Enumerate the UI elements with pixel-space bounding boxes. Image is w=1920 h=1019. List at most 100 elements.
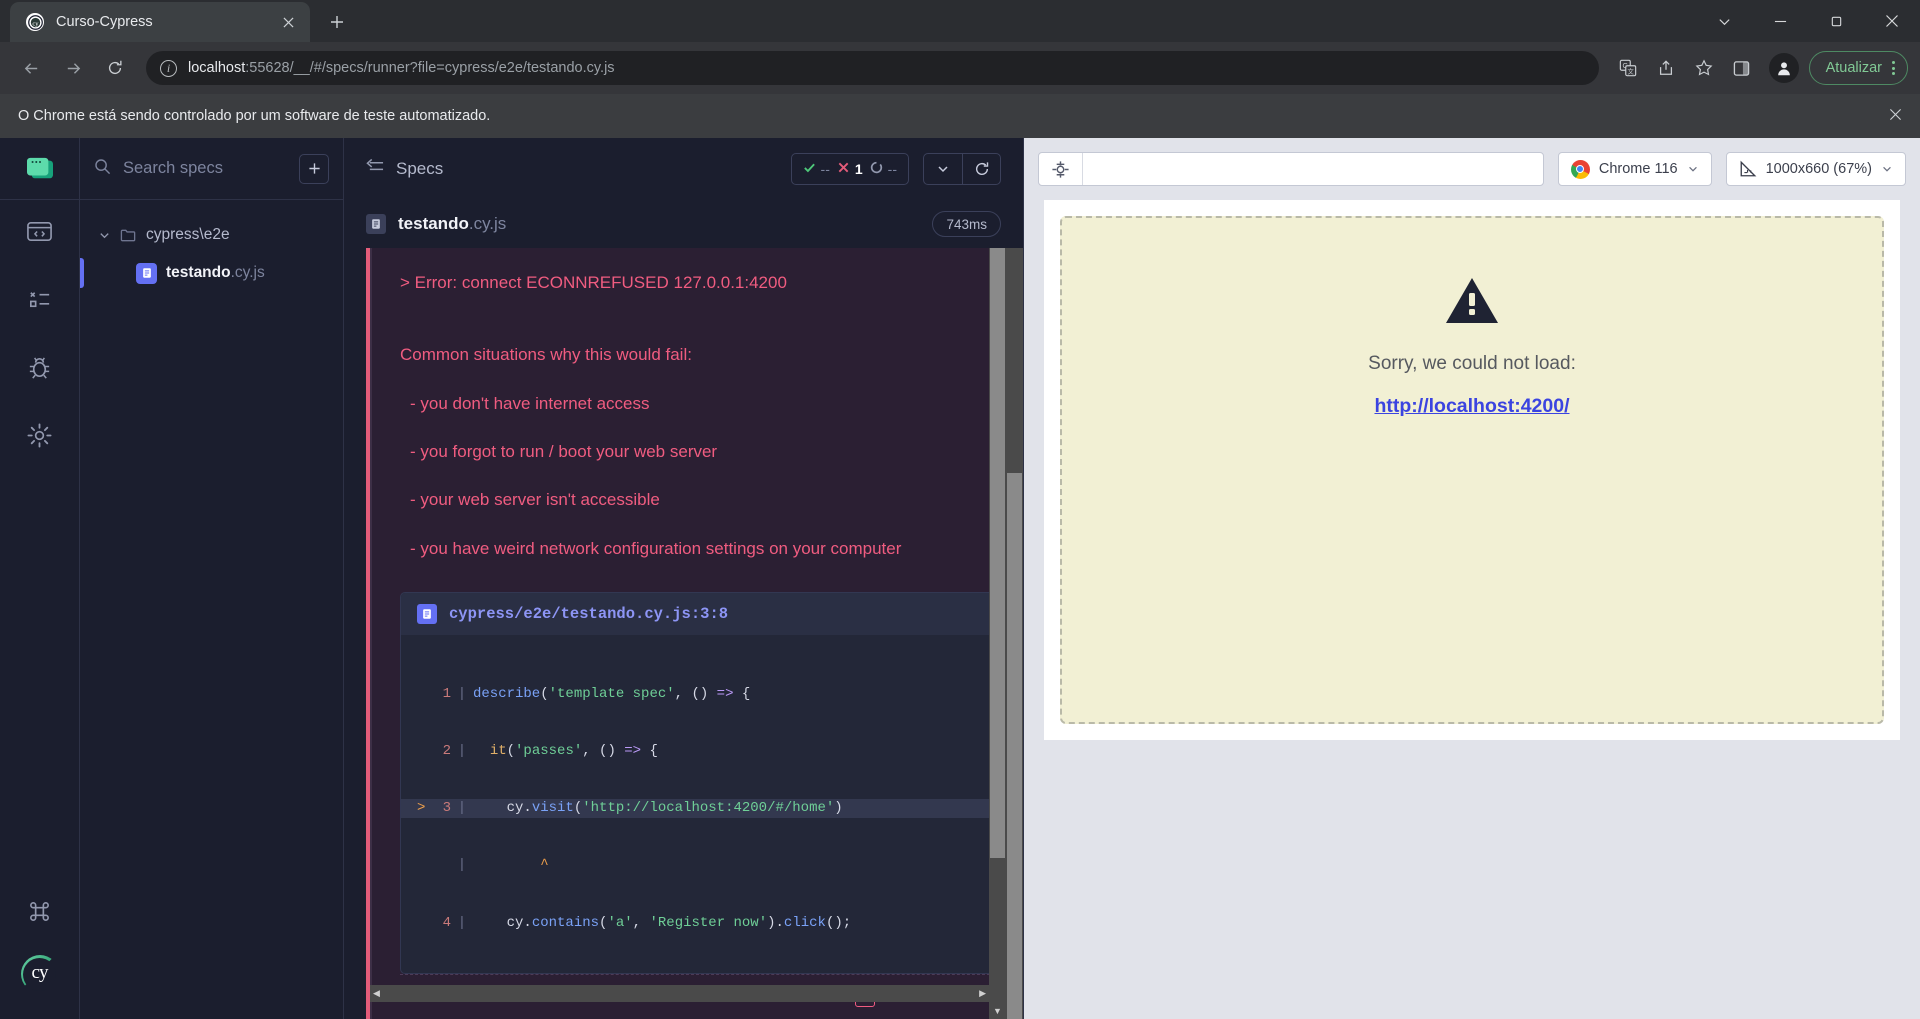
translate-icon[interactable]: G文 [1611,51,1645,85]
spec-tree: cypress\e2e testando.cy.js [80,200,343,292]
scroll-left-arrow[interactable]: ◀ [373,988,380,999]
search-input[interactable] [123,159,287,178]
specs-search-row [80,138,343,200]
stat-failed-value: 1 [854,161,863,177]
specs-back-button[interactable]: Specs [366,158,443,180]
forward-arrow-icon[interactable] [54,49,92,87]
sidebar-item-settings[interactable] [0,404,80,472]
cypress-logo[interactable]: cy [20,955,59,993]
spec-tree-folder[interactable]: cypress\e2e [80,216,343,254]
test-reporter: Specs -- 1 -- testando.cy.js 743ms > Err… [344,138,1024,1019]
spec-tree-folder-label: cypress\e2e [146,226,230,243]
error-panel-hscrollbar[interactable]: ◀ ▶ [370,985,989,1002]
code-line-number: 4 [442,914,451,931]
specs-panel: cypress\e2e testando.cy.js [80,138,344,1019]
update-button[interactable]: Atualizar [1808,51,1908,85]
spec-tree-item-name: testando.cy.js [166,264,265,282]
search-icon [94,158,111,180]
preview-toolbar: Chrome 116 1000x660 (67%) [1024,138,1920,200]
code-line-marker: > [417,800,426,817]
bug-icon [26,354,53,386]
code-line: 4 | cy.contains('a', 'Register now').clic… [401,914,994,933]
error-panel-scrollbar[interactable]: ▼ [989,248,1006,1019]
add-spec-button[interactable] [299,153,329,184]
restore-icon[interactable] [1808,0,1864,42]
rerun-button[interactable] [962,154,1000,184]
crosshair-icon[interactable] [1039,153,1083,185]
address-bar[interactable]: i localhost:55628/__/#/specs/runner?file… [146,51,1599,85]
browser-selector[interactable]: Chrome 116 [1557,152,1712,186]
browser-selector-label: Chrome 116 [1598,161,1678,177]
close-icon[interactable] [1889,106,1902,126]
sidebar-item-runs[interactable] [0,268,80,336]
star-icon[interactable] [1687,51,1721,85]
code-line-number: 2 [442,743,451,760]
error-headline: > Error: connect ECONNREFUSED 127.0.0.1:… [400,273,787,292]
app-preview-panel: Chrome 116 1000x660 (67%) Sorry, we coul… [1024,138,1920,1019]
code-frame: cypress/e2e/testando.cy.js:3:8 1 | describ… [400,592,995,974]
automation-infobar: O Chrome está sendo controlado por um so… [0,94,1920,138]
circle-dash-icon [870,161,883,177]
cypress-window-logo[interactable] [0,138,79,200]
stat-failed: 1 [837,161,863,177]
scroll-right-arrow[interactable]: ▶ [979,988,986,999]
code-line: 1 | describe('template spec', () => { [401,685,994,704]
code-frame-header[interactable]: cypress/e2e/testando.cy.js:3:8 [401,593,994,636]
minimize-icon[interactable] [1752,0,1808,42]
svg-text:文: 文 [1627,66,1634,75]
update-label: Atualizar [1825,60,1882,76]
sidebar-item-debug[interactable] [0,336,80,404]
reporter-scrollbar[interactable] [1006,248,1023,1019]
code-line-number: 3 [442,800,451,817]
spec-tree-item-testando[interactable]: testando.cy.js [80,254,343,292]
info-icon[interactable]: i [160,59,177,77]
search-field[interactable] [94,158,287,180]
spec-title: testando.cy.js [398,214,506,234]
aut-error-url[interactable]: http://localhost:4200/ [1374,395,1569,418]
reporter-actions [923,153,1001,185]
automation-infobar-message: O Chrome está sendo controlado por um so… [18,108,491,124]
reporter-menu-button[interactable] [924,154,962,184]
cypress-app: cy cypress\e2e [0,138,1920,1019]
code-line-number: 1 [442,686,451,703]
code-caret-line: | ^ [457,857,549,874]
reporter-body: > Error: connect ECONNREFUSED 127.0.0.1:… [344,248,1023,1019]
code-window-icon [26,218,53,250]
close-icon[interactable] [276,10,300,34]
error-reason: - you forgot to run / boot your web serv… [410,442,718,462]
spec-file-icon [417,604,437,625]
viewport-selector[interactable]: 1000x660 (67%) [1725,152,1906,186]
kebab-menu-icon[interactable] [1888,61,1899,75]
url-path: :55628/__/#/specs/runner?file=cypress/e2… [245,60,615,76]
chevron-down-icon [98,229,111,242]
reporter-title: Specs [396,159,444,178]
new-tab-button[interactable] [320,5,354,39]
command-key-icon[interactable] [27,899,52,929]
sidebar-item-specs[interactable] [0,200,80,268]
stat-pending: -- [870,161,897,177]
back-arrow-icon[interactable] [12,49,50,87]
aut-url-bar[interactable] [1038,152,1544,186]
share-icon[interactable] [1649,51,1683,85]
close-icon[interactable] [1864,0,1920,42]
spec-file-icon [366,214,386,234]
side-panel-icon[interactable] [1725,51,1759,85]
runs-list-icon [26,286,53,318]
browser-tab[interactable]: cy Curso-Cypress [10,2,310,42]
chevron-down-icon [1881,163,1893,175]
aut-url-input[interactable] [1083,153,1543,185]
reload-icon[interactable] [96,49,134,87]
svg-text:cy: cy [32,20,39,27]
spec-title-row: testando.cy.js 743ms [344,200,1023,248]
url-host: localhost [188,60,246,76]
error-reason: - you have weird network configuration s… [410,538,902,558]
collapse-sidebar-icon [366,158,385,180]
chevron-down-icon[interactable] [1696,0,1752,42]
avatar-icon[interactable] [1768,53,1799,83]
viewport-selector-label: 1000x660 (67%) [1765,161,1872,177]
test-stats: -- 1 -- [790,153,909,185]
aut-error-message: Sorry, we could not load: [1368,353,1576,374]
gear-icon [26,422,53,454]
sidebar-rail: cy [0,138,80,1019]
chrome-icon [1570,159,1590,179]
